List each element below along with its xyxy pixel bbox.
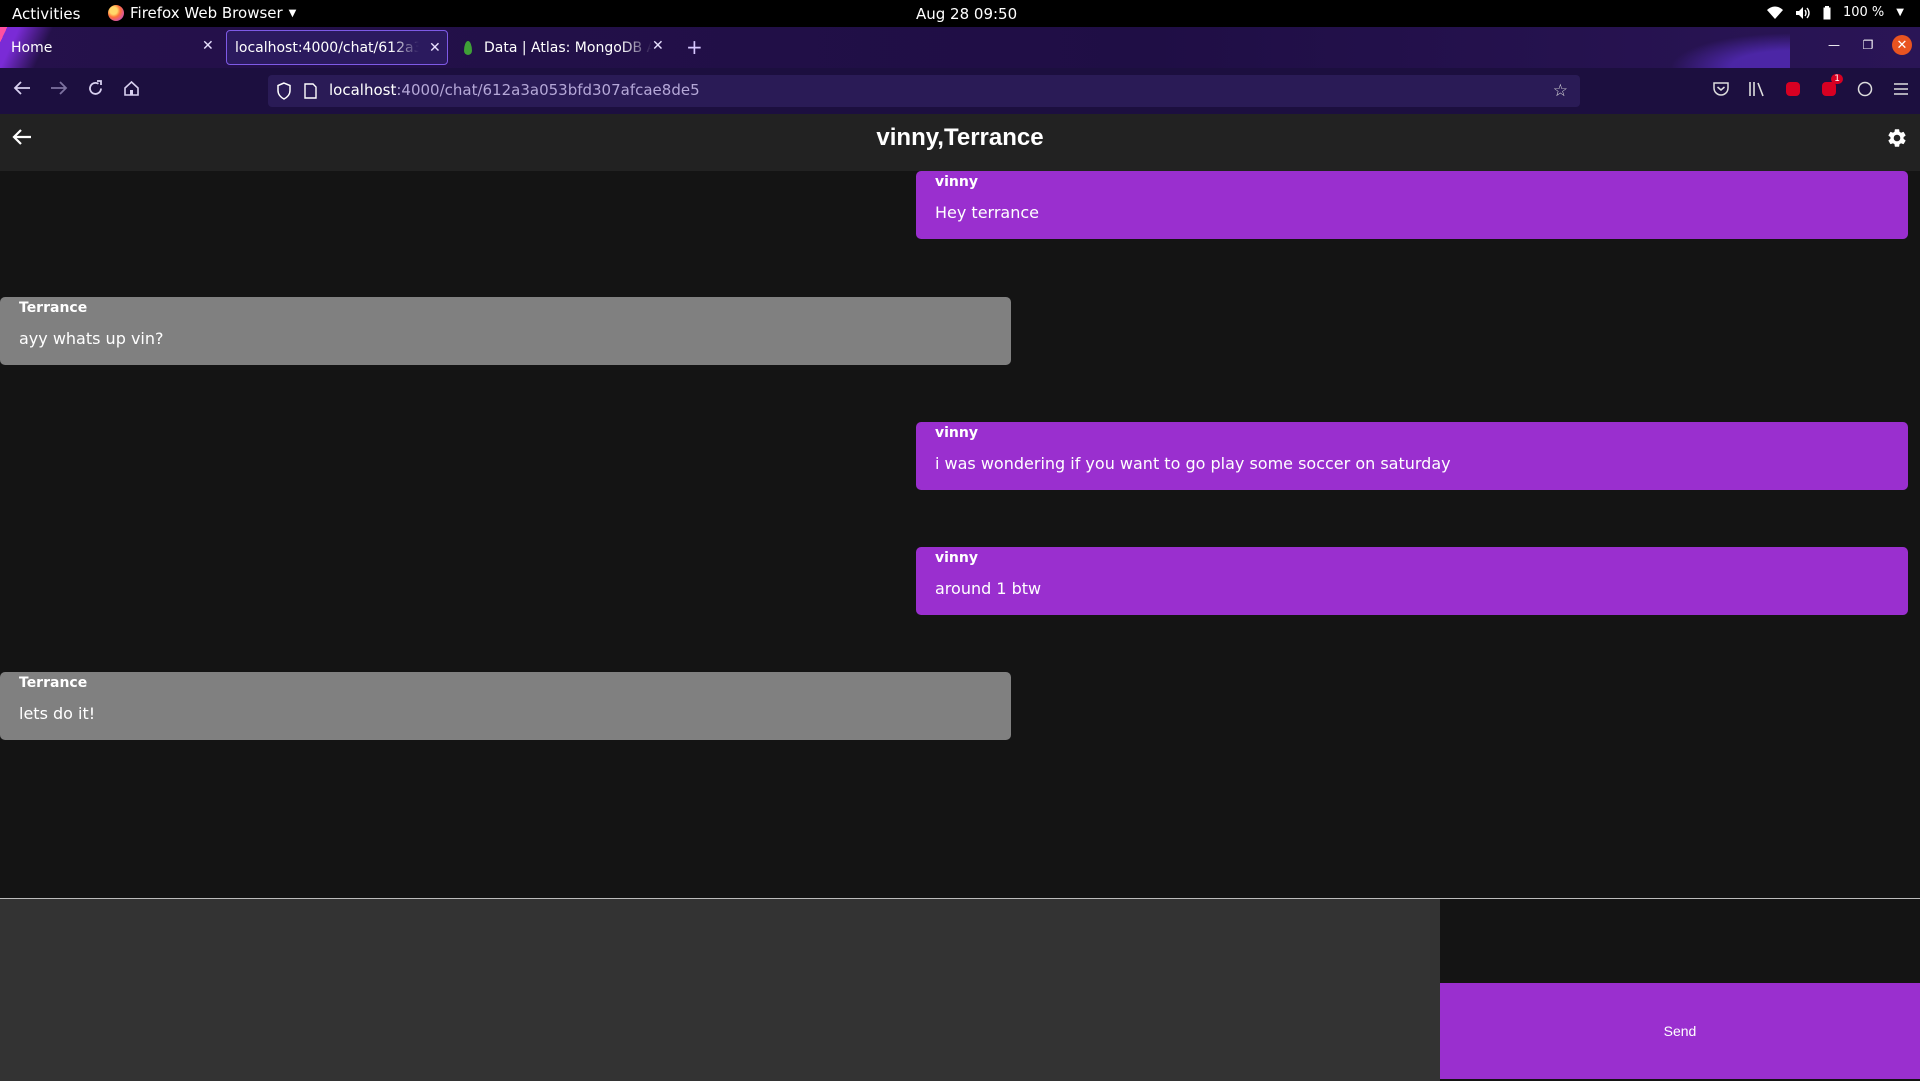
account-icon[interactable] [1856, 80, 1874, 98]
window-controls: — ❐ ✕ [1824, 35, 1912, 55]
chevron-down-icon: ▼ [288, 7, 297, 19]
chat-header: vinny,Terrance [0, 114, 1920, 171]
message-text: ayy whats up vin? [19, 329, 164, 348]
message-bubble-own: vinny around 1 btw [916, 547, 1908, 615]
message-author: Terrance [19, 300, 88, 316]
extension-lock-icon[interactable] [1784, 80, 1802, 98]
message-bubble-own: vinny Hey terrance [916, 171, 1908, 239]
clock[interactable]: Aug 28 09:50 [916, 5, 1017, 23]
wifi-icon [1766, 6, 1783, 19]
tab-strip: Home ✕ localhost:4000/chat/612a3a053bfd3… [0, 27, 1920, 68]
tab-home[interactable]: Home ✕ [0, 27, 224, 68]
activities-button[interactable]: Activities [12, 5, 80, 23]
message-input[interactable] [0, 899, 1440, 1081]
message-bubble-other: Terrance lets do it! [0, 672, 1011, 740]
send-button[interactable]: Send [1440, 983, 1920, 1079]
chevron-down-icon: ▼ [1896, 7, 1904, 18]
extension-badge-count: 1 [1831, 74, 1843, 84]
forward-arrow-icon[interactable] [50, 80, 68, 100]
message-text: lets do it! [19, 704, 96, 723]
home-icon[interactable] [123, 80, 140, 101]
message-author: vinny [935, 425, 978, 441]
new-tab-button[interactable]: + [686, 35, 703, 59]
close-icon[interactable]: ✕ [202, 39, 214, 53]
reload-icon[interactable] [87, 80, 104, 101]
close-icon[interactable]: ✕ [429, 41, 441, 55]
firefox-icon [108, 5, 124, 21]
system-status-area[interactable]: 100 % ▼ [1766, 5, 1904, 20]
mongodb-leaf-icon [464, 40, 472, 55]
tab-chat-active[interactable]: localhost:4000/chat/612a3a053bfd307afcae… [226, 30, 448, 65]
tracking-protection-shield-icon[interactable] [276, 82, 292, 104]
message-author: vinny [935, 550, 978, 566]
pocket-icon[interactable] [1712, 80, 1730, 98]
window-close-icon[interactable]: ✕ [1892, 35, 1912, 55]
message-author: Terrance [19, 675, 88, 691]
close-icon[interactable]: ✕ [652, 39, 664, 53]
extension-badge-icon[interactable]: 1 [1820, 74, 1843, 98]
tab-label: localhost:4000/chat/612a3a053bfd307afcae… [235, 39, 419, 56]
tab-mongodb[interactable]: Data | Atlas: MongoDB Atlas ✕ [452, 27, 668, 68]
tab-label: Data | Atlas: MongoDB Atlas [484, 39, 652, 56]
url-bar[interactable]: localhost:4000/chat/612a3a053bfd307afcae… [268, 75, 1580, 107]
system-top-bar: Activities Firefox Web Browser ▼ Aug 28 … [0, 0, 1920, 27]
theme-decoration [1650, 27, 1790, 68]
restore-icon[interactable]: ❐ [1858, 38, 1878, 52]
app-menu[interactable]: Firefox Web Browser ▼ [108, 4, 296, 22]
library-icon[interactable] [1748, 80, 1766, 98]
message-list[interactable]: vinny Hey terrance Terrance ayy whats up… [0, 171, 1920, 898]
tab-label: Home [11, 39, 53, 56]
minimize-icon[interactable]: — [1824, 38, 1844, 52]
message-bubble-other: Terrance ayy whats up vin? [0, 297, 1011, 365]
message-composer: Send [0, 898, 1920, 1081]
volume-icon [1795, 6, 1811, 20]
message-author: vinny [935, 174, 978, 190]
hamburger-menu-icon[interactable] [1892, 80, 1910, 98]
message-text: Hey terrance [935, 203, 1040, 222]
bookmark-star-icon[interactable]: ☆ [1553, 81, 1568, 101]
battery-percent: 100 % [1842, 5, 1885, 20]
gear-icon[interactable] [1886, 127, 1908, 153]
app-menu-label: Firefox Web Browser [130, 4, 283, 22]
message-text: i was wondering if you want to go play s… [935, 454, 1451, 473]
chat-title: vinny,Terrance [876, 124, 1044, 151]
navigation-toolbar: localhost:4000/chat/612a3a053bfd307afcae… [0, 68, 1920, 114]
message-text: around 1 btw [935, 579, 1042, 598]
battery-icon [1823, 5, 1831, 20]
message-bubble-own: vinny i was wondering if you want to go … [916, 422, 1908, 490]
toolbar-icons: 1 [1712, 74, 1910, 98]
back-arrow-icon[interactable] [13, 80, 31, 100]
url-text: localhost:4000/chat/612a3a053bfd307afcae… [329, 81, 700, 99]
page-info-icon[interactable] [304, 83, 317, 103]
